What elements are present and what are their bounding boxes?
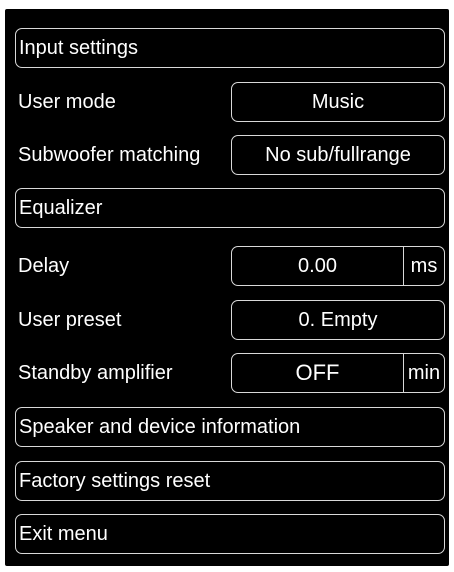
standby-amplifier-label: Standby amplifier <box>18 362 173 384</box>
user-preset-row: User preset 0. Empty <box>5 300 449 340</box>
exit-menu-button[interactable]: Exit menu <box>15 514 445 554</box>
delay-label: Delay <box>18 255 70 277</box>
user-preset-select[interactable]: 0. Empty <box>231 300 445 340</box>
subwoofer-matching-label: Subwoofer matching <box>18 144 201 166</box>
standby-amplifier-input[interactable]: OFF min <box>231 353 445 393</box>
speaker-device-info-button[interactable]: Speaker and device information <box>15 407 445 447</box>
standby-amplifier-value: OFF <box>295 360 340 385</box>
user-mode-select[interactable]: Music <box>231 82 445 122</box>
factory-reset-button[interactable]: Factory settings reset <box>15 461 445 501</box>
user-preset-label: User preset <box>18 309 122 331</box>
delay-input[interactable]: 0.00 ms <box>231 246 445 286</box>
subwoofer-matching-row: Subwoofer matching No sub/fullrange <box>5 135 449 175</box>
user-mode-row: User mode Music <box>5 82 449 122</box>
user-mode-label: User mode <box>18 91 116 113</box>
delay-unit: ms <box>403 247 444 285</box>
delay-value: 0.00 <box>298 255 337 277</box>
equalizer-button[interactable]: Equalizer <box>15 188 445 228</box>
standby-amplifier-unit: min <box>403 354 444 392</box>
subwoofer-matching-select[interactable]: No sub/fullrange <box>231 135 445 175</box>
standby-amplifier-row: Standby amplifier OFF min <box>5 353 449 393</box>
input-settings-button[interactable]: Input settings <box>15 28 445 68</box>
delay-row: Delay 0.00 ms <box>5 246 449 286</box>
settings-menu-panel: Input settings User mode Music Subwoofer… <box>5 9 449 566</box>
